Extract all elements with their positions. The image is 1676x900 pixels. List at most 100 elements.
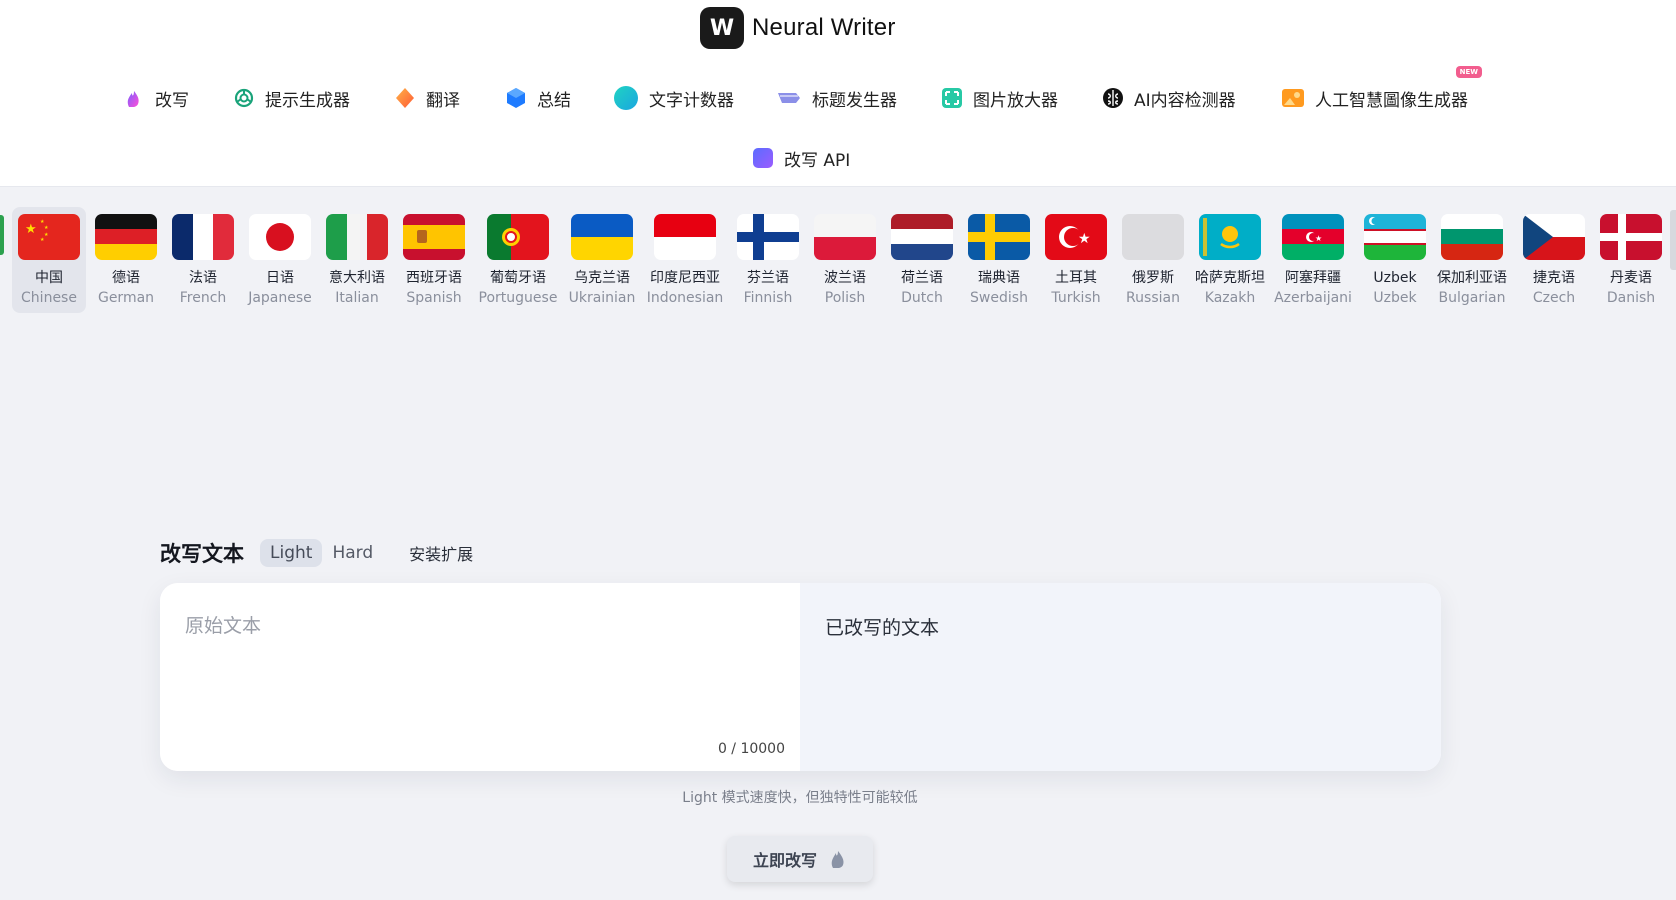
svg-text:★: ★ (44, 232, 49, 238)
language-english-name: Italian (335, 290, 379, 306)
flag-kazakhstan-icon (1199, 214, 1261, 260)
language-danish[interactable]: 丹麦语 Danish (1594, 207, 1668, 308)
flag-poland-icon (814, 214, 876, 260)
language-japanese[interactable]: 日语 Japanese (243, 207, 317, 308)
language-english-name: Spanish (406, 290, 462, 306)
language-uzbek[interactable]: Uzbek Uzbek (1358, 207, 1432, 308)
mode-light-button[interactable]: Light (260, 539, 323, 567)
language-native-name: 丹麦语 (1610, 270, 1652, 286)
language-english-name: French (179, 290, 227, 306)
output-pane[interactable]: 已改写的文本 (800, 583, 1441, 771)
language-native-name: 印度尼西亚 (650, 270, 720, 286)
language-kazakh[interactable]: 哈萨克斯坦 Kazakh (1193, 207, 1267, 308)
nav-label: 改写 API (784, 150, 851, 171)
language-portuguese[interactable]: 葡萄牙语 Portuguese (478, 207, 558, 308)
flag-italy-icon (326, 214, 388, 260)
nav-item-prompt-generator[interactable]: 提示生成器 (233, 80, 350, 116)
rewrite-now-label: 立即改写 (752, 851, 817, 870)
language-polish[interactable]: 波兰语 Polish (808, 207, 882, 308)
language-italian[interactable]: 意大利语 Italian (320, 207, 394, 308)
language-english-name: German (97, 290, 155, 306)
image-upscale-icon (942, 88, 962, 108)
nav-item-ai-detector[interactable]: AI内容检测器 (1102, 80, 1236, 116)
language-english-name: Japanese (248, 290, 312, 306)
language-english-name: Swedish (970, 290, 1028, 306)
nav-item-translate[interactable]: 翻译 (394, 80, 460, 116)
nav-item-rewrite[interactable]: 改写 (123, 80, 189, 116)
language-native-name: 保加利亚语 (1437, 270, 1507, 286)
nav-item-image-upscaler[interactable]: 图片放大器 (941, 80, 1058, 116)
nav-label: 改写 (155, 90, 189, 111)
language-ukrainian[interactable]: 乌克兰语 Ukrainian (565, 207, 639, 308)
main-nav: 改写 提示生成器 翻译 总结 文字计数器 标题发生器 图片放大器 AI内容检测器… (0, 66, 1676, 116)
language-spanish[interactable]: 西班牙语 Spanish (397, 207, 471, 308)
language-czech[interactable]: 捷克语 Czech (1517, 207, 1591, 308)
language-swedish[interactable]: 瑞典语 Swedish (962, 207, 1036, 308)
cube-icon (507, 88, 525, 108)
language-turkish[interactable]: ★ 土耳其 Turkish (1039, 207, 1113, 308)
language-english-name: Russian (1126, 290, 1180, 306)
flag-bulgaria-icon (1441, 214, 1503, 260)
flag-uzbekistan-icon (1364, 214, 1426, 260)
language-bulgarian[interactable]: 保加利亚语 Bulgarian (1435, 207, 1509, 308)
nav-label: 人工智慧圖像生成器 (1315, 90, 1468, 111)
language-azerbaijani[interactable]: ★ 阿塞拜疆 Azerbaijani (1274, 207, 1352, 308)
flag-indonesia-icon (654, 214, 716, 260)
language-native-name: 西班牙语 (406, 270, 462, 286)
language-english-name: Czech (1532, 290, 1576, 306)
rewrite-editor: 0 / 10000 已改写的文本 (160, 583, 1441, 771)
nav-item-summarize[interactable]: 总结 (505, 80, 571, 116)
language-english-name: Uzbek (1373, 290, 1417, 306)
openai-knot-icon (234, 88, 254, 108)
language-russian[interactable]: 俄罗斯 Russian (1116, 207, 1190, 308)
language-dutch[interactable]: 荷兰语 Dutch (885, 207, 959, 308)
brain-icon (1103, 88, 1123, 108)
top-header: W Neural Writer 改写 提示生成器 翻译 总结 文字计数器 标题发… (0, 0, 1676, 187)
language-english-name: Polish (824, 290, 866, 306)
flag-ukraine-icon (571, 214, 633, 260)
new-badge: NEW (1455, 66, 1482, 78)
nav-item-rewrite-api[interactable]: 改写 API (752, 142, 850, 174)
svg-text:★: ★ (44, 225, 49, 231)
character-counter: 0 / 10000 (717, 741, 785, 757)
language-finnish[interactable]: 芬兰语 Finnish (731, 207, 805, 308)
language-native-name: 阿塞拜疆 (1285, 270, 1341, 286)
rewritten-text-placeholder: 已改写的文本 (825, 617, 940, 639)
language-english-name: Indonesian (646, 290, 724, 306)
language-indonesian[interactable]: 印度尼西亚 Indonesian (646, 207, 724, 308)
rewrite-flame-icon (127, 91, 139, 107)
brand-mark-icon: W (700, 7, 744, 49)
mode-hard-button[interactable]: Hard (322, 539, 383, 567)
language-english-name: Portuguese (478, 290, 558, 306)
api-square-icon (753, 148, 773, 168)
nav-label: 文字计数器 (649, 90, 734, 111)
original-text-input[interactable] (185, 611, 775, 731)
brand-name: Neural Writer (752, 14, 896, 41)
language-native-name: 意大利语 (329, 270, 385, 286)
language-native-name: 哈萨克斯坦 (1195, 270, 1265, 286)
rewrite-flame-icon (831, 851, 844, 868)
flag-netherlands-icon (891, 214, 953, 260)
install-extension-link[interactable]: 安装扩展 (409, 541, 473, 565)
tag-icon (778, 93, 800, 103)
rewrite-now-button[interactable]: 立即改写 (727, 836, 873, 882)
language-native-name: 芬兰语 (747, 270, 789, 286)
flag-sweden-icon (968, 214, 1030, 260)
input-pane: 0 / 10000 (160, 583, 800, 771)
language-chinese[interactable]: ★ ★ ★ ★ ★ 中国 Chinese (12, 207, 86, 313)
svg-text:★: ★ (40, 237, 45, 243)
svg-text:★: ★ (25, 222, 37, 237)
nav-item-image-generator[interactable]: 人工智慧圖像生成器 NEW (1281, 66, 1482, 116)
mode-hint: Light 模式速度快，但独特性可能较低 (682, 790, 918, 806)
language-native-name: 中国 (35, 270, 63, 286)
flag-russia-icon (1122, 214, 1184, 260)
nav-label: 标题发生器 (812, 90, 897, 111)
language-native-name: 波兰语 (824, 270, 866, 286)
circle-icon (614, 86, 638, 110)
rewrite-title: 改写文本 (160, 542, 244, 566)
language-german[interactable]: 德语 German (89, 207, 163, 308)
nav-item-title-generator[interactable]: 标题发生器 (776, 80, 897, 116)
brand-logo[interactable]: W Neural Writer (700, 6, 896, 50)
language-french[interactable]: 法语 French (166, 207, 240, 308)
nav-item-word-counter[interactable]: 文字计数器 (613, 80, 734, 116)
